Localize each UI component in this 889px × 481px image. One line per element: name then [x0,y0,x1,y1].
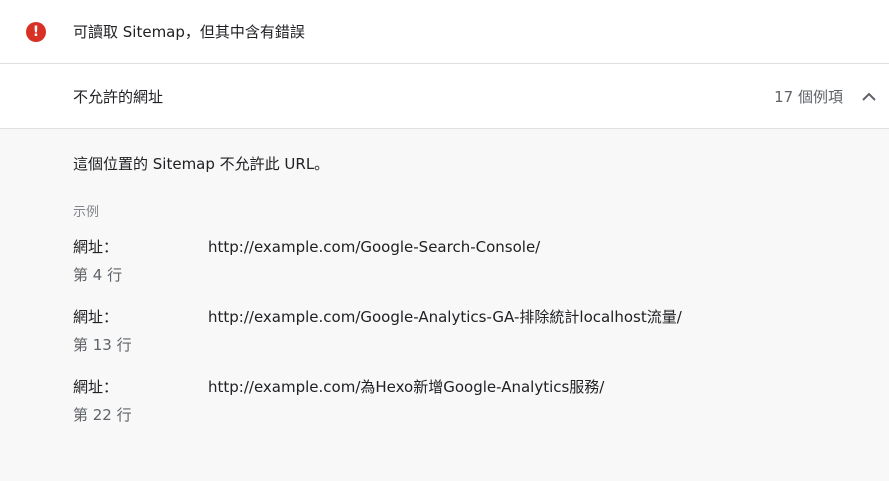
example-line-number: 第 13 行 [73,336,132,354]
example-url: http://example.com/Google-Search-Console… [208,238,541,256]
status-text: 可讀取 Sitemap，但其中含有錯誤 [73,23,305,41]
section-detail-panel: 這個位置的 Sitemap 不允許此 URL。 示例 網址： 第 4 行 htt… [0,129,889,481]
example-item: 網址： 第 22 行 http://example.com/為Hexo新增Goo… [73,377,889,425]
example-key: 網址： [73,378,119,396]
example-key: 網址： [73,238,119,256]
sitemap-status-row: ! 可讀取 Sitemap，但其中含有錯誤 [0,0,889,64]
example-item: 網址： 第 4 行 http://example.com/Google-Sear… [73,237,889,285]
example-line-number: 第 4 行 [73,266,123,284]
instance-count: 17 個例項 [774,87,843,106]
error-icon: ! [26,21,46,42]
issue-description: 這個位置的 Sitemap 不允許此 URL。 [73,155,330,173]
example-line-number: 第 22 行 [73,406,132,424]
examples-label: 示例 [73,205,100,220]
example-url: http://example.com/Google-Analytics-GA-排… [208,308,682,326]
section-header-disallowed-urls[interactable]: 不允許的網址 17 個例項 [0,64,889,129]
section-title: 不允許的網址 [73,87,164,106]
chevron-up-icon[interactable] [857,84,881,108]
example-item: 網址： 第 13 行 http://example.com/Google-Ana… [73,307,889,355]
example-url: http://example.com/為Hexo新增Google-Analyti… [208,378,605,396]
example-key: 網址： [73,308,119,326]
